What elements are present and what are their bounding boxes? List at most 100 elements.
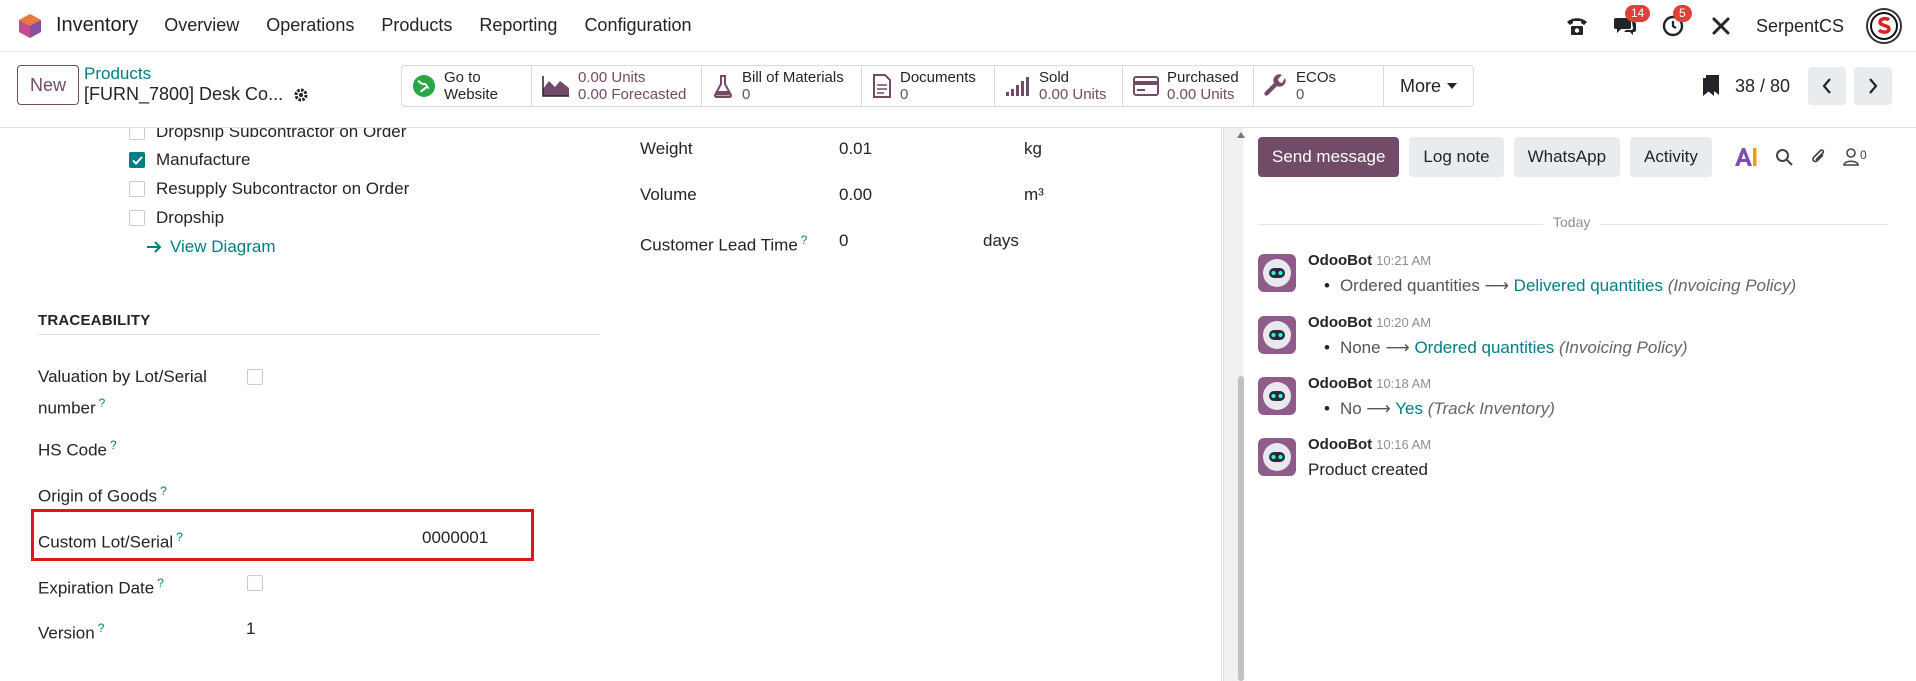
route-checkbox-checked[interactable] [129,152,145,168]
record-title: [FURN_7800] Desk Co... [84,84,309,105]
help-icon[interactable]: ? [801,233,808,247]
volume-input[interactable]: 0.00 [839,185,872,205]
more-button[interactable]: More [1384,66,1473,106]
activity-button[interactable]: Activity [1630,137,1712,177]
odoobot-avatar[interactable] [1258,254,1296,292]
help-icon[interactable]: ? [110,438,117,452]
go-to-website-button[interactable]: Go to Website [402,66,532,106]
route-checkbox[interactable] [129,128,145,140]
valuation-lot-serial-checkbox[interactable] [247,369,263,385]
app-name[interactable]: Inventory [56,14,138,37]
scroll-thumb[interactable] [1238,376,1244,681]
record-name: [FURN_7800] Desk Co... [84,84,284,104]
check-icon [131,155,143,165]
forecast-units-button[interactable]: 0.00 Units 0.00 Forecasted [532,66,702,106]
menu-reporting[interactable]: Reporting [479,15,557,36]
view-diagram-link[interactable]: View Diagram [146,237,276,257]
user-avatar[interactable] [1866,8,1902,44]
systray: 14 5 SerpentCS [1564,0,1902,52]
message-time: 10:16 AM [1376,437,1432,452]
help-icon[interactable]: ? [99,396,106,410]
top-navbar: Inventory Overview Operations Products R… [0,0,1916,52]
menu-products[interactable]: Products [381,15,452,36]
message-author[interactable]: OdooBot [1308,436,1372,453]
sold-button[interactable]: Sold 0.00 Units [995,66,1123,106]
robot-icon [1263,259,1291,287]
weight-unit: kg [1024,139,1042,158]
tools-icon[interactable] [1708,13,1734,39]
expiration-date-checkbox[interactable] [247,575,263,591]
pager-value[interactable]: 38 / 80 [1735,76,1790,97]
robot-icon [1263,382,1291,410]
documents-button[interactable]: Documents 0 [862,66,995,106]
scroll-up-icon[interactable] [1237,132,1245,138]
traceability-section-title: TRACEABILITY [38,312,151,329]
robot-icon [1263,321,1291,349]
weight-input[interactable]: 0.01 [839,139,872,159]
wrench-icon [1264,74,1286,96]
help-icon[interactable]: ? [157,576,164,590]
section-divider [38,334,600,335]
messages-icon[interactable]: 14 [1612,5,1651,39]
purchased-button[interactable]: Purchased 0.00 Units [1123,66,1254,106]
route-checkbox[interactable] [129,181,145,197]
user-icon [1843,148,1859,166]
control-panel: New Products [FURN_7800] Desk Co... Go t… [0,52,1916,128]
pager-previous-button[interactable] [1808,67,1846,105]
search-icon[interactable] [1775,148,1793,166]
gear-icon[interactable] [293,87,309,103]
arrow-right-icon [147,241,162,253]
arrow-right-icon: ⟶ [1484,276,1509,295]
log-note-button[interactable]: Log note [1409,137,1504,177]
chevron-left-icon [1822,78,1831,94]
lead-time-unit: days [983,231,1019,250]
route-checkbox[interactable] [129,210,145,226]
whatsapp-button[interactable]: WhatsApp [1513,137,1621,177]
route-dropship[interactable]: Dropship [129,208,224,228]
bookmark-icon[interactable] [1702,74,1720,96]
customer-lead-time-input[interactable]: 0 [839,231,848,251]
ai-icon[interactable] [1733,146,1759,168]
help-icon[interactable]: ? [176,530,183,544]
chatter-scrollbar[interactable] [1223,128,1245,681]
volume-label: Volume [640,185,697,204]
odoobot-avatar[interactable] [1258,377,1296,415]
menu-operations[interactable]: Operations [266,15,354,36]
route-resupply-subcontractor[interactable]: Resupply Subcontractor on Order [129,179,409,199]
chevron-right-icon [1869,78,1878,94]
main-menu: Overview Operations Products Reporting C… [164,15,691,36]
odoobot-avatar[interactable] [1258,438,1296,476]
message-author[interactable]: OdooBot [1308,314,1372,331]
activities-count-badge: 5 [1672,5,1692,22]
help-icon[interactable]: ? [98,621,105,635]
send-message-button[interactable]: Send message [1258,137,1400,177]
phone-icon[interactable] [1564,13,1590,39]
bill-of-materials-button[interactable]: Bill of Materials 0 [702,66,862,106]
route-manufacture[interactable]: Manufacture [129,150,251,170]
origin-of-goods-label: Origin of Goods? [38,484,167,506]
arrow-right-icon: ⟶ [1366,399,1391,418]
new-button[interactable]: New [17,65,79,105]
activities-clock-icon[interactable]: 5 [1660,5,1692,39]
menu-configuration[interactable]: Configuration [584,15,691,36]
breadcrumb-products[interactable]: Products [84,64,151,84]
followers-button[interactable]: 0 [1843,148,1867,166]
robot-icon [1263,443,1291,471]
message-text: Product created [1308,460,1429,479]
ecos-button[interactable]: ECOs 0 [1254,66,1384,106]
help-icon[interactable]: ? [160,484,167,498]
custom-lot-serial-input[interactable]: 0000001 [422,528,488,548]
message-time: 10:21 AM [1376,253,1432,268]
weight-label: Weight [640,139,693,158]
menu-overview[interactable]: Overview [164,15,239,36]
pager-next-button[interactable] [1854,67,1892,105]
route-dropship-subcontractor[interactable]: Dropship Subcontractor on Order [129,128,406,142]
message-author[interactable]: OdooBot [1308,252,1372,269]
document-icon [873,74,891,98]
area-chart-icon [542,76,569,97]
odoobot-avatar[interactable] [1258,316,1296,354]
paperclip-icon[interactable] [1809,148,1827,166]
company-switcher[interactable]: SerpentCS [1756,16,1844,37]
inventory-app-icon[interactable] [17,13,43,39]
message-author[interactable]: OdooBot [1308,375,1372,392]
